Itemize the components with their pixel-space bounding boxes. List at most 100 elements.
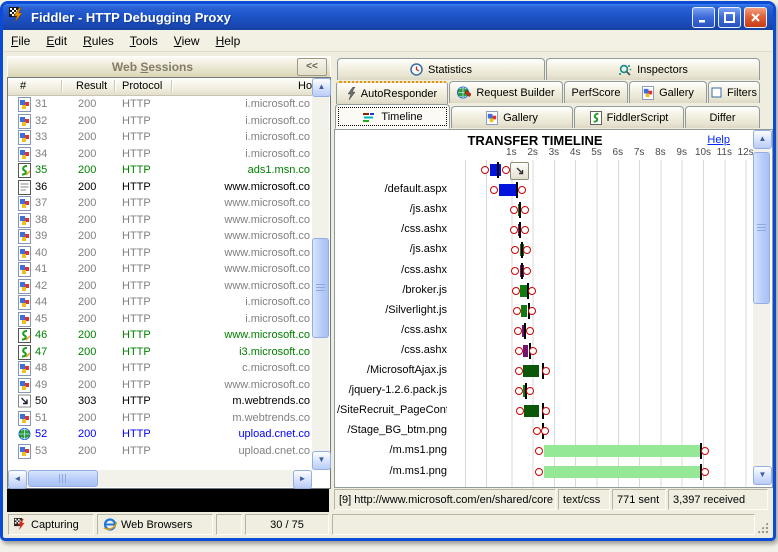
tab-gallery-2[interactable]: Gallery — [451, 106, 573, 128]
session-row[interactable]: 45200HTTPi.microsoft.co — [8, 311, 313, 328]
collapse-panel-button[interactable]: << — [297, 58, 327, 76]
pointer-button[interactable] — [510, 162, 529, 180]
timeline-vertical-scrollbar[interactable]: ▲ ▼ — [753, 130, 770, 485]
session-result: 200 — [78, 148, 96, 160]
session-horizontal-scrollbar[interactable]: ◄ ► — [8, 470, 312, 487]
column-separator — [171, 80, 172, 92]
session-row[interactable]: 48200HTTPc.microsoft.co — [8, 360, 313, 377]
session-result: 303 — [78, 395, 96, 407]
tab-statistics[interactable]: Statistics — [337, 58, 545, 80]
axis-tick-label: 11s — [717, 147, 732, 158]
tab-timeline[interactable]: Timeline — [335, 104, 450, 129]
tab-differ[interactable]: Differ — [685, 106, 760, 128]
session-row[interactable]: 37200HTTPwww.microsoft.co — [8, 195, 313, 212]
session-row[interactable]: 36200HTTPwww.microsoft.co — [8, 179, 313, 196]
tab-gallery[interactable]: Gallery — [629, 81, 707, 103]
scrollbar-thumb[interactable] — [753, 152, 770, 304]
column-header-host[interactable]: Ho — [298, 80, 312, 92]
session-result: 200 — [78, 131, 96, 143]
session-row[interactable]: 52200HTTPupload.cnet.co — [8, 426, 313, 443]
close-button[interactable] — [744, 7, 767, 28]
menu-help[interactable]: Help — [208, 32, 249, 50]
session-id: 42 — [35, 280, 47, 292]
transfer-bar — [520, 285, 526, 297]
session-host: upload.cnet.co — [238, 445, 310, 457]
scrollbar-thumb[interactable] — [28, 470, 98, 487]
tab-label: PerfScore — [572, 87, 621, 99]
status-bytes-received: 3,397 received — [668, 489, 768, 510]
session-row[interactable]: 39200HTTPwww.microsoft.co — [8, 228, 313, 245]
transfer-bar — [499, 184, 517, 196]
capturing-cell[interactable]: Capturing — [8, 514, 94, 535]
timeline-row-label: /css.ashx — [337, 264, 447, 276]
help-link[interactable]: Help — [707, 134, 730, 146]
menu-bar: File Edit Rules Tools View Help — [3, 30, 773, 52]
timeline-panel: TRANSFER TIMELINE Help 1s2s3s4s5s6s7s8s9… — [334, 129, 773, 488]
scroll-right-button[interactable]: ► — [293, 470, 312, 489]
scroll-down-button[interactable]: ▼ — [312, 451, 331, 470]
session-row[interactable]: 41200HTTPwww.microsoft.co — [8, 261, 313, 278]
session-row[interactable]: 50303HTTPm.webtrends.co — [8, 393, 313, 410]
session-row[interactable]: 35200HTTPads1.msn.co — [8, 162, 313, 179]
request-marker-circle — [701, 468, 709, 476]
session-row[interactable]: 49200HTTPwww.microsoft.co — [8, 377, 313, 394]
axis-tick-label: 6s — [613, 147, 624, 158]
tab-fiddlerscript[interactable]: FiddlerScript — [574, 106, 684, 128]
session-host: www.microsoft.co — [224, 181, 310, 193]
chart-gridlines — [452, 160, 754, 487]
timeline-row-label: /js.ashx — [337, 203, 447, 215]
axis-tick-label: 3s — [549, 147, 560, 158]
column-header-protocol[interactable]: Protocol — [122, 80, 162, 92]
session-row[interactable]: 47200HTTPi3.microsoft.co — [8, 344, 313, 361]
web-browsers-cell[interactable]: Web Browsers — [97, 514, 213, 535]
session-id: 50 — [35, 395, 47, 407]
scroll-down-button[interactable]: ▼ — [753, 466, 772, 485]
session-row[interactable]: 33200HTTPi.microsoft.co — [8, 129, 313, 146]
scroll-up-button[interactable]: ▲ — [312, 78, 331, 97]
quickexec-command-box[interactable] — [7, 489, 329, 512]
session-id: 32 — [35, 115, 47, 127]
session-row[interactable]: 40200HTTPwww.microsoft.co — [8, 245, 313, 262]
column-separator — [114, 80, 115, 92]
session-host: www.microsoft.co — [224, 247, 310, 259]
request-builder-icon — [457, 86, 471, 99]
minimize-button[interactable] — [692, 7, 715, 28]
tab-autoresponder[interactable]: AutoResponder — [336, 81, 448, 104]
session-protocol: HTTP — [122, 412, 151, 424]
html-icon — [18, 427, 31, 444]
session-row[interactable]: 46200HTTPwww.microsoft.co — [8, 327, 313, 344]
tab-request-builder[interactable]: Request Builder — [449, 81, 563, 103]
session-result: 200 — [78, 296, 96, 308]
tab-perfscore[interactable]: PerfScore — [564, 81, 628, 103]
session-count-cell: 30 / 75 — [245, 514, 329, 535]
menu-edit[interactable]: Edit — [38, 32, 75, 50]
menu-rules[interactable]: Rules — [75, 32, 122, 50]
menu-tools[interactable]: Tools — [122, 32, 166, 50]
menu-view[interactable]: View — [166, 32, 208, 50]
session-row[interactable]: 32200HTTPi.microsoft.co — [8, 113, 313, 130]
session-row[interactable]: 53200HTTPupload.cnet.co — [8, 443, 313, 460]
scrollbar-thumb[interactable] — [312, 238, 329, 338]
session-row[interactable]: 51200HTTPm.webtrends.co — [8, 410, 313, 427]
session-row[interactable]: 31200HTTPi.microsoft.co — [8, 96, 313, 113]
resize-grip[interactable] — [756, 521, 769, 534]
session-protocol: HTTP — [122, 247, 151, 259]
scroll-left-button[interactable]: ◄ — [8, 470, 27, 489]
session-row[interactable]: 34200HTTPi.microsoft.co — [8, 146, 313, 163]
transfer-bar — [523, 345, 528, 357]
scroll-up-button[interactable]: ▲ — [753, 130, 772, 149]
session-result: 200 — [78, 362, 96, 374]
session-id: 33 — [35, 131, 47, 143]
column-header-num[interactable]: # — [20, 80, 26, 92]
session-row[interactable]: 44200HTTPi.microsoft.co — [8, 294, 313, 311]
desktop: Fiddler - HTTP Debugging Proxy File Edit… — [0, 0, 778, 552]
column-header-result[interactable]: Result — [76, 80, 107, 92]
menu-file[interactable]: File — [3, 32, 38, 50]
session-row[interactable]: 38200HTTPwww.microsoft.co — [8, 212, 313, 229]
session-vertical-scrollbar[interactable]: ▲ ▼ — [312, 78, 329, 470]
tab-inspectors[interactable]: Inspectors — [546, 58, 760, 80]
session-row[interactable]: 42200HTTPwww.microsoft.co — [8, 278, 313, 295]
fiddler-window: Fiddler - HTTP Debugging Proxy File Edit… — [0, 1, 776, 541]
tab-filters[interactable]: Filters — [708, 81, 760, 103]
maximize-button[interactable] — [718, 7, 741, 28]
